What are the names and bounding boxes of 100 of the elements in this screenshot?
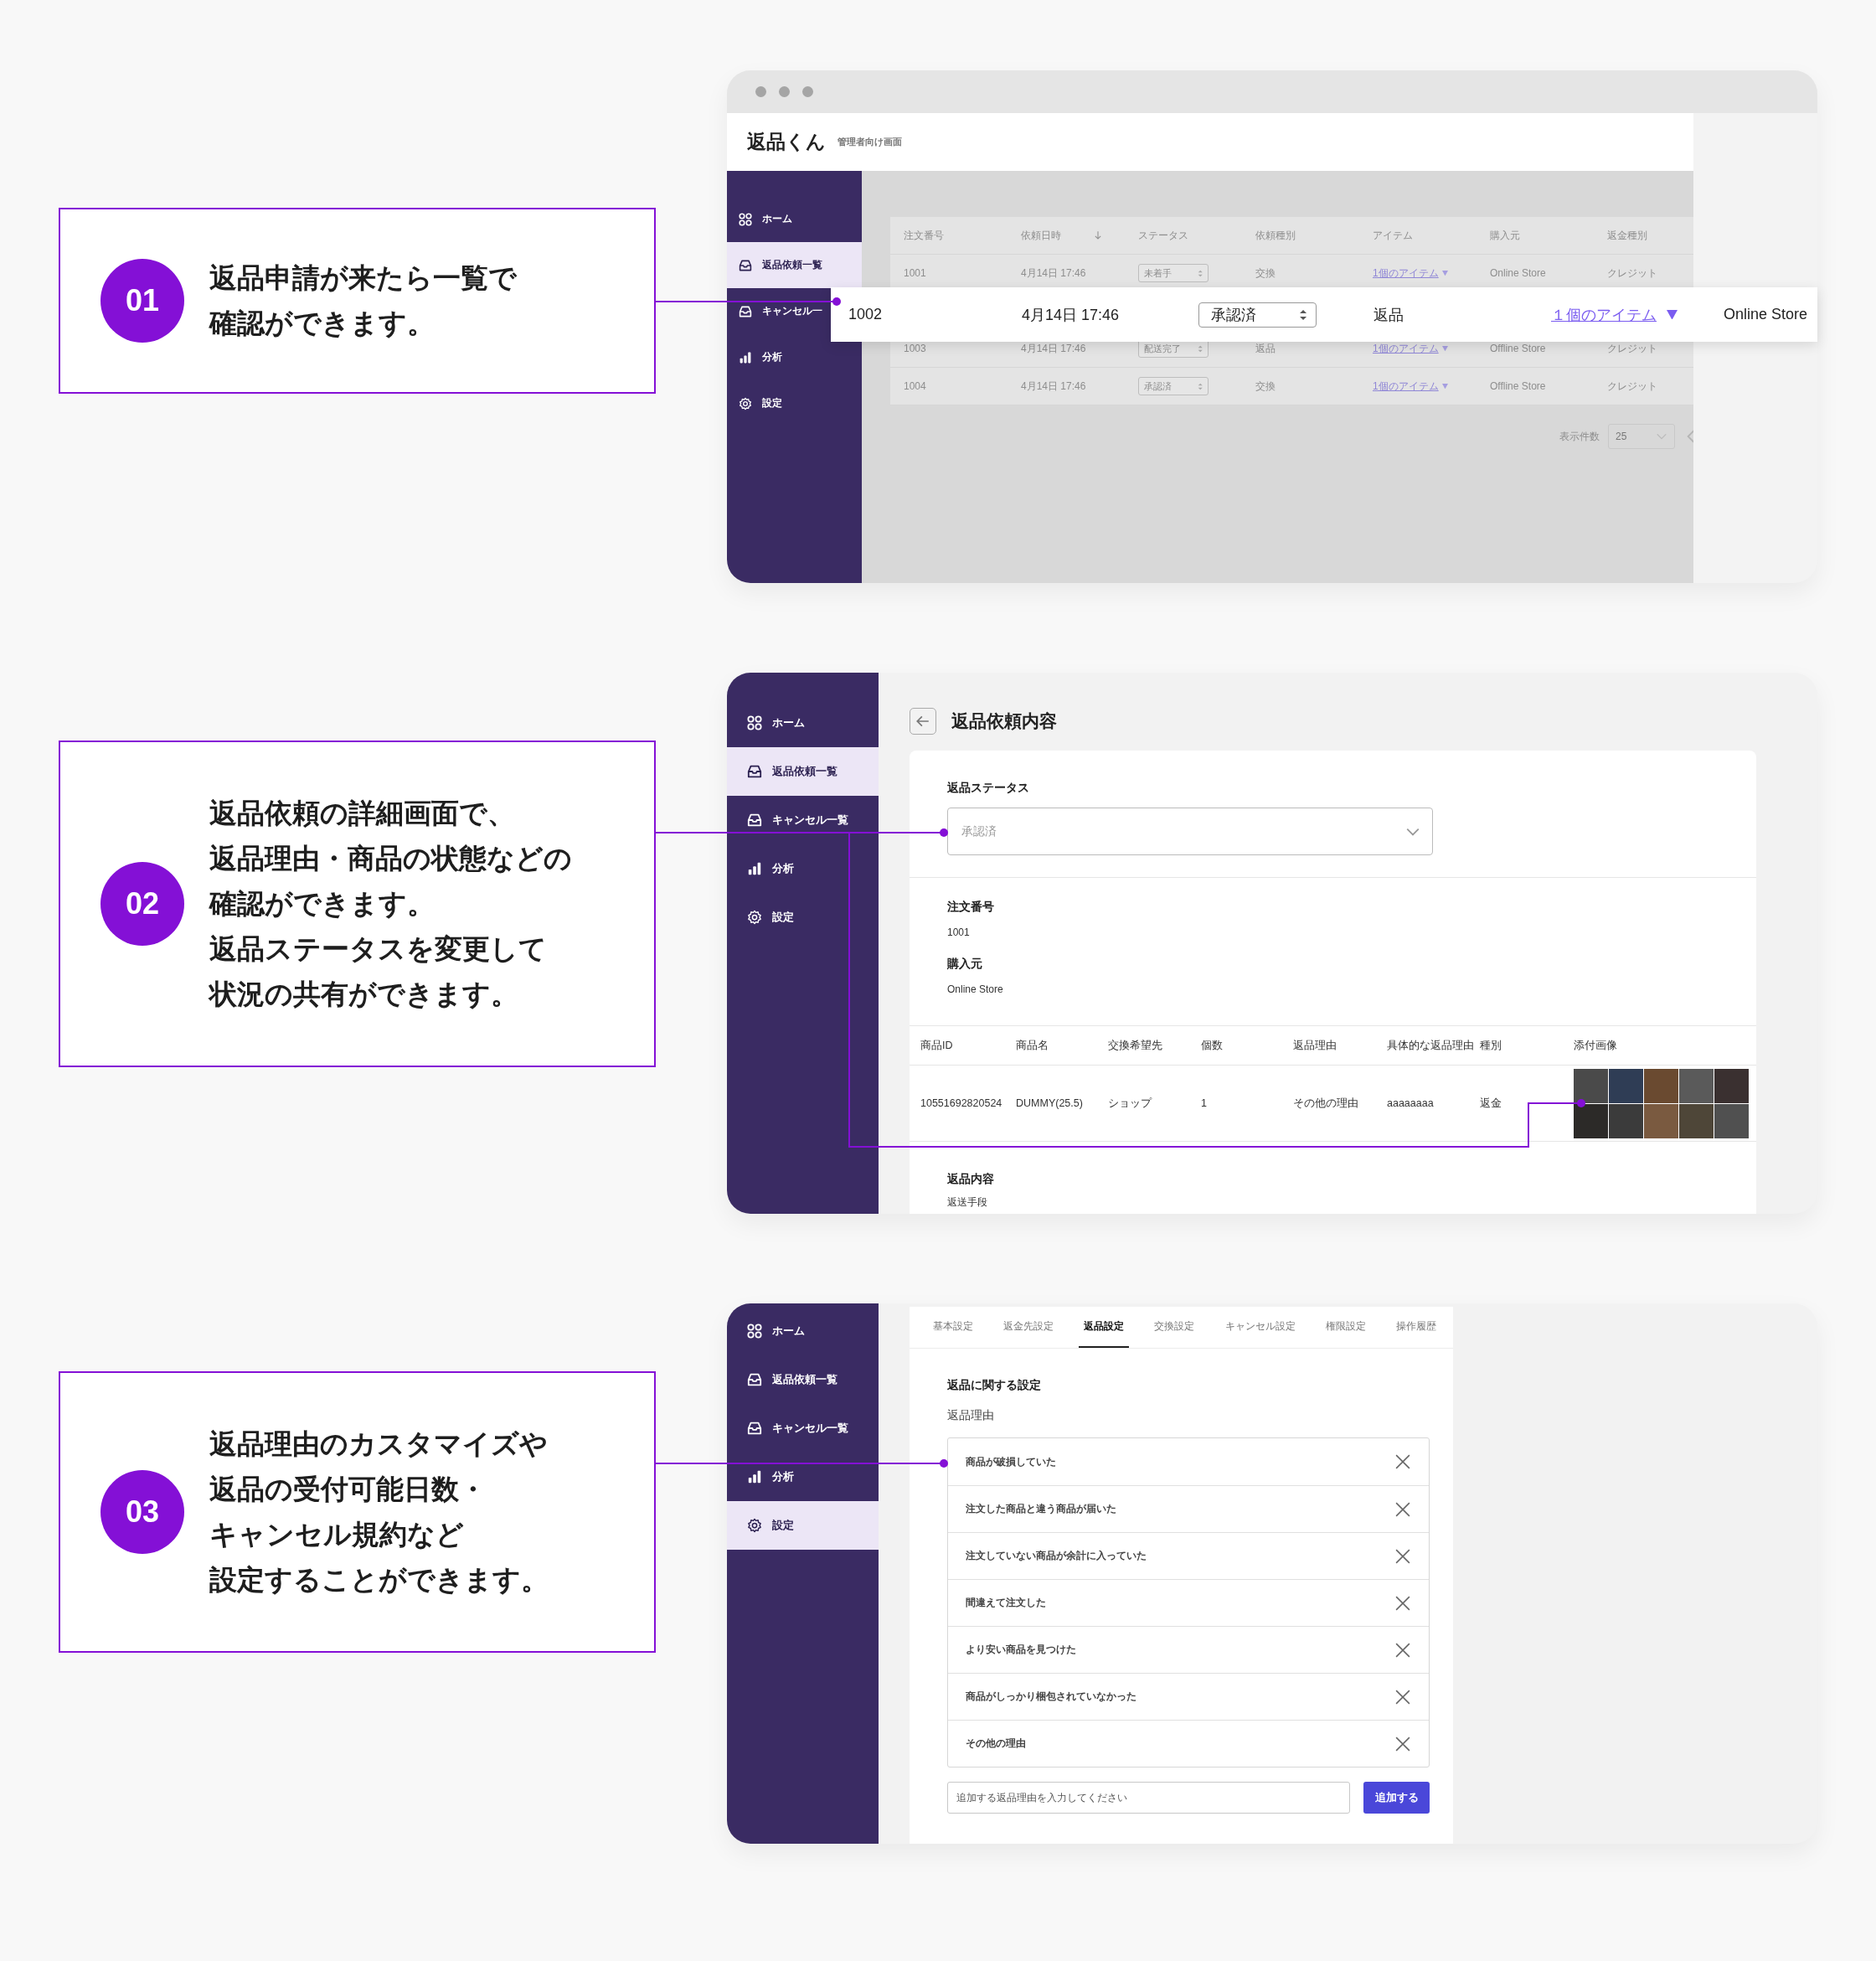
- column-header: 添付画像: [1574, 1038, 1618, 1053]
- status-select[interactable]: 承認済: [1198, 302, 1317, 328]
- settings-tab[interactable]: キャンセル設定: [1219, 1307, 1301, 1348]
- grid-icon: [747, 1324, 762, 1339]
- app-logo: 返品くん: [747, 130, 826, 154]
- photo-placeholder: [1609, 1068, 1643, 1103]
- field-label: 返送手段: [947, 1195, 988, 1210]
- reason-input-field[interactable]: 追加する返品理由を入力してください: [947, 1782, 1351, 1814]
- step-number: 03: [100, 1470, 184, 1554]
- column-header: 返金種別: [1607, 228, 1648, 243]
- items-link[interactable]: １個のアイテム: [1551, 304, 1724, 325]
- table-cell-text: Offline Store: [1490, 343, 1547, 354]
- table-cell-text: DUMMY(25.5): [1016, 1097, 1084, 1109]
- table-cell-text: クレジット: [1607, 266, 1658, 281]
- photo-placeholder: [1574, 1068, 1608, 1103]
- photo-placeholder: [1714, 1103, 1749, 1138]
- column-header: 交換希望先: [1108, 1038, 1163, 1053]
- photo-placeholder: [1679, 1103, 1714, 1138]
- reason-text: 間違えて注文した: [966, 1596, 1046, 1610]
- column-header: 依頼種別: [1255, 228, 1296, 243]
- grid-icon: [739, 212, 752, 226]
- inbox-icon: [739, 304, 752, 318]
- column-header: 個数: [1201, 1038, 1224, 1053]
- sidebar-item[interactable]: 返品依頼一覧: [727, 1355, 879, 1404]
- inbox-icon: [747, 1421, 762, 1436]
- reason-text: 商品がしっかり梱包されていなかった: [966, 1690, 1136, 1704]
- table-cell-text: Offline Store: [1490, 380, 1547, 392]
- back-button[interactable]: [910, 707, 936, 735]
- settings-tab[interactable]: 操作履歴: [1390, 1307, 1441, 1348]
- column-header: ステータス: [1138, 228, 1189, 243]
- window-dot-icon: [779, 86, 790, 97]
- column-header: 商品ID: [920, 1038, 954, 1053]
- sort-updown-icon: [1298, 308, 1307, 321]
- photo-placeholder: [1574, 1103, 1608, 1138]
- sidebar-item[interactable]: ホーム: [727, 699, 879, 747]
- close-icon[interactable]: [1395, 1595, 1410, 1611]
- close-icon[interactable]: [1395, 1689, 1410, 1705]
- sidebar-item[interactable]: ホーム: [727, 1307, 879, 1355]
- sidebar-item[interactable]: キャンセル一: [727, 288, 829, 334]
- settings-tab[interactable]: 基本設定: [928, 1307, 978, 1348]
- sidebar-item[interactable]: キャンセル一覧: [727, 1404, 879, 1453]
- inbox-icon: [747, 813, 762, 828]
- reason-text: 注文した商品と違う商品が届いた: [966, 1502, 1116, 1516]
- table-cell-text: 1001: [904, 267, 927, 279]
- settings-tab[interactable]: 返品設定: [1079, 1307, 1130, 1348]
- table-cell-text: Online Store: [1490, 267, 1547, 279]
- close-icon[interactable]: [1395, 1501, 1410, 1517]
- reason-text: 商品が破損していた: [966, 1454, 1056, 1469]
- bar-chart-icon: [747, 1469, 762, 1484]
- inbox-icon: [747, 1372, 762, 1387]
- field-label: 購入元: [947, 957, 983, 972]
- close-icon[interactable]: [1395, 1642, 1410, 1658]
- sort-updown-icon: [1197, 269, 1203, 277]
- table-cell-text: 交換: [1255, 266, 1276, 281]
- inbox-icon: [747, 764, 762, 779]
- table-cell-text: クレジット: [1607, 379, 1658, 394]
- sidebar-item[interactable]: 設定: [727, 893, 879, 942]
- photo-placeholder: [1644, 1068, 1678, 1103]
- sidebar-item[interactable]: 返品依頼一覧: [727, 242, 862, 288]
- sidebar-item[interactable]: キャンセル一覧: [727, 796, 879, 844]
- table-cell-text: 交換: [1255, 379, 1276, 394]
- field-label: 注文番号: [947, 900, 995, 915]
- table-cell-text: 返金: [1480, 1096, 1502, 1111]
- settings-tab[interactable]: 交換設定: [1149, 1307, 1200, 1348]
- field-value: Online Store: [947, 983, 1004, 995]
- table-cell-text: 返品: [1255, 341, 1276, 356]
- caret-icon: [1667, 309, 1678, 320]
- page-title: 返品依頼内容: [951, 710, 1057, 732]
- caret-icon: [1441, 345, 1448, 352]
- table-cell-text: 4月14日 17:46: [1021, 379, 1087, 394]
- sidebar-item[interactable]: 分析: [727, 1453, 879, 1501]
- column-header: アイテム: [1373, 228, 1414, 243]
- table-cell-text: 返品: [1374, 305, 1404, 325]
- settings-icon: [747, 1518, 762, 1533]
- column-header: 返品理由: [1293, 1038, 1337, 1053]
- sidebar-item[interactable]: 分析: [727, 844, 879, 893]
- sidebar-item[interactable]: 返品依頼一覧: [727, 747, 879, 796]
- table-cell-text: ショップ: [1108, 1096, 1153, 1111]
- sidebar-item[interactable]: 分析: [727, 334, 829, 380]
- field-value: 1001: [947, 926, 971, 938]
- settings-icon: [739, 396, 752, 410]
- sidebar-item[interactable]: 設定: [727, 1501, 879, 1550]
- sidebar-item[interactable]: ホーム: [727, 196, 829, 242]
- column-header: 依頼日時: [1021, 228, 1138, 243]
- close-icon[interactable]: [1395, 1548, 1410, 1564]
- section-title: 返品に関する設定: [947, 1378, 1042, 1393]
- sort-arrow-icon: [1095, 231, 1101, 240]
- sidebar-item[interactable]: 設定: [727, 380, 829, 426]
- photo-placeholder: [1644, 1103, 1678, 1138]
- settings-tab[interactable]: 権限設定: [1320, 1307, 1371, 1348]
- field-label: 返品ステータス: [947, 781, 1030, 796]
- inbox-icon: [739, 258, 752, 272]
- window-dot-icon: [802, 86, 813, 97]
- add-button[interactable]: 追加する: [1363, 1782, 1430, 1814]
- column-header: 商品名: [1016, 1038, 1049, 1053]
- close-icon[interactable]: [1395, 1454, 1410, 1469]
- settings-tab[interactable]: 返金先設定: [998, 1307, 1059, 1348]
- close-icon[interactable]: [1395, 1736, 1410, 1752]
- table-cell-text: その他の理由: [1293, 1096, 1359, 1111]
- photo-placeholder: [1714, 1068, 1749, 1103]
